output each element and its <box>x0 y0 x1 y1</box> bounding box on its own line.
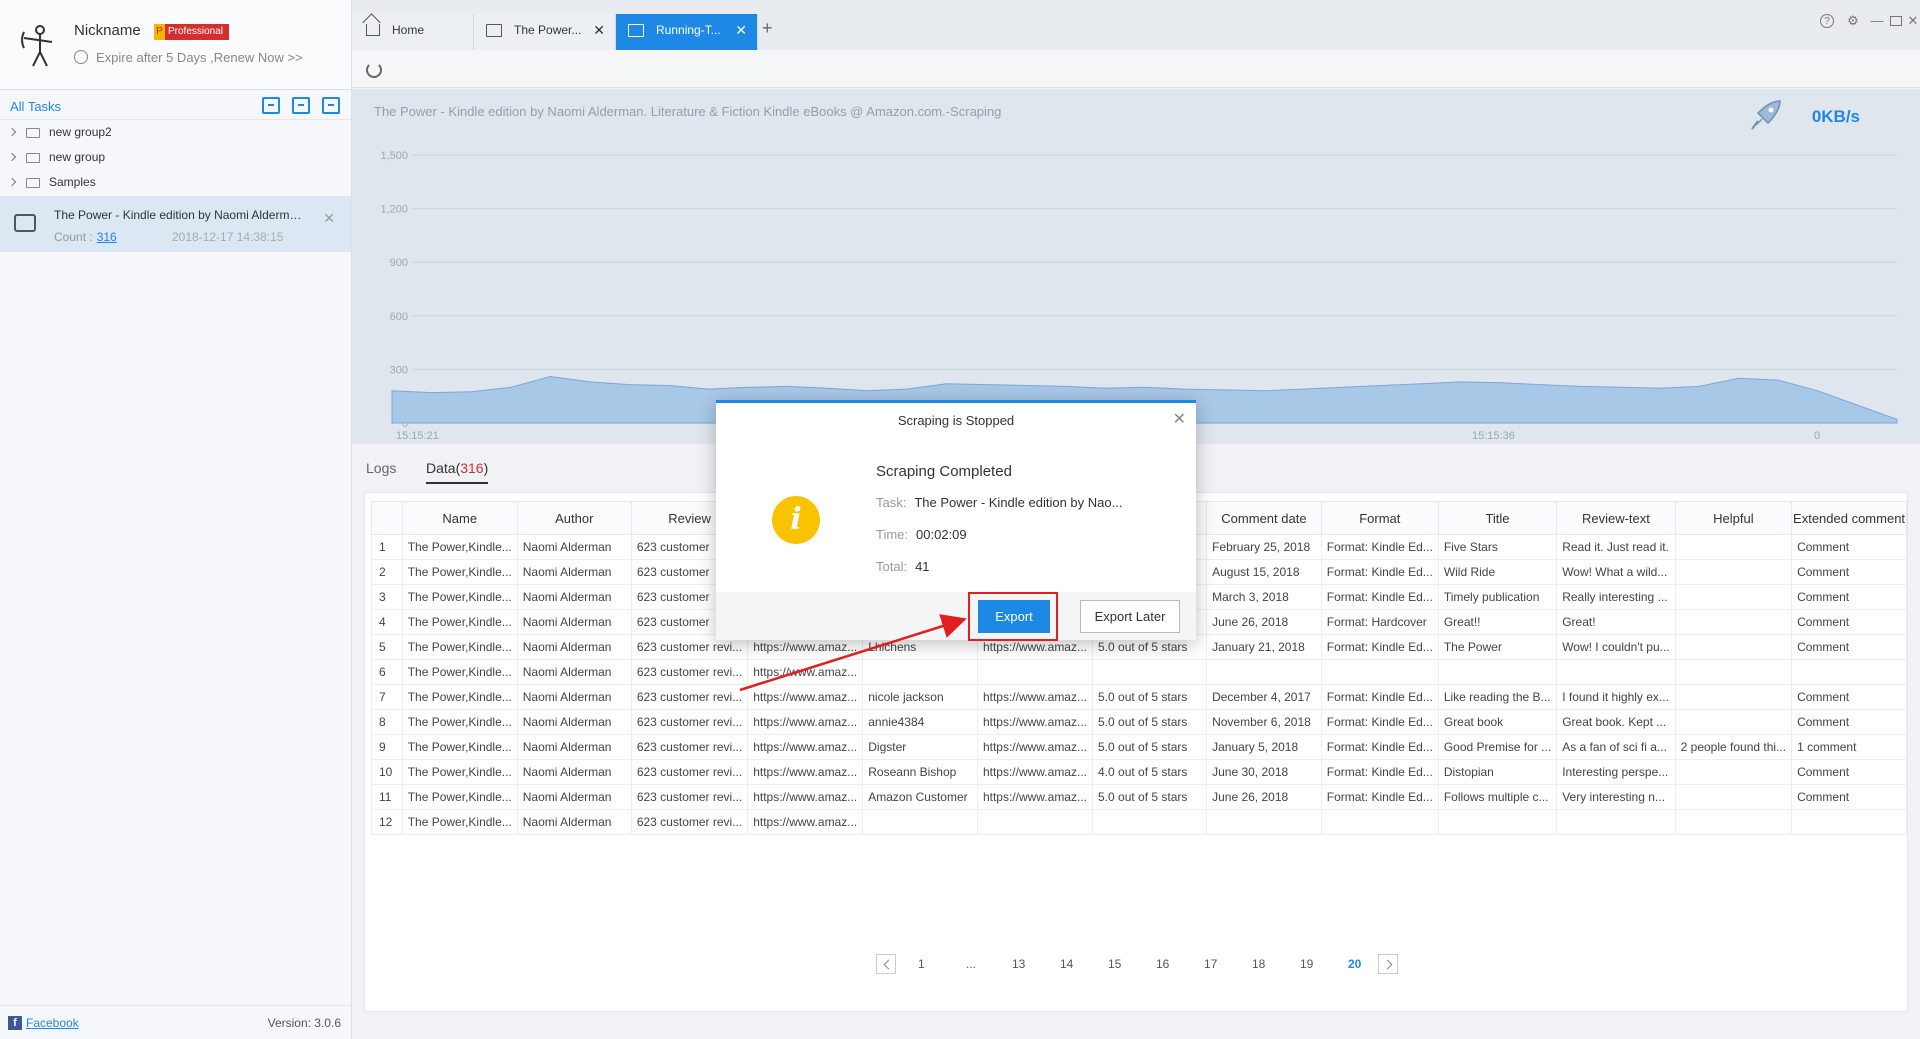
task-title: The Power - Kindle edition by Naomi Alde… <box>54 208 304 222</box>
dialog-footer: Export Export Later <box>716 592 1196 641</box>
sidebar: Nickname Professional Expire after 5 Day… <box>0 0 352 1039</box>
task-count-value[interactable]: 316 <box>97 230 117 244</box>
total-field: Total: 41 <box>876 559 930 574</box>
total-field-label: Total: <box>876 559 908 574</box>
toolbar <box>352 50 1920 88</box>
total-field-value: 41 <box>915 559 930 574</box>
tasks-header: All Tasks <box>0 90 351 120</box>
tab-label: Home <box>392 23 425 37</box>
close-icon[interactable]: ✕ <box>735 14 747 46</box>
expire-notice[interactable]: Expire after 5 Days ,Renew Now >> <box>74 50 303 65</box>
chevron-right-icon[interactable] <box>7 152 17 162</box>
robot-icon <box>14 214 36 232</box>
task-field-value: The Power - Kindle edition by Nao... <box>914 495 1123 510</box>
folder-icon <box>26 178 40 188</box>
refresh-icon[interactable] <box>366 62 382 78</box>
group-item-new-group2[interactable]: new group2 <box>0 120 351 145</box>
gear-icon[interactable]: ⚙ <box>1846 14 1860 28</box>
task-card[interactable]: The Power - Kindle edition by Naomi Alde… <box>0 196 351 252</box>
tab-bar: Home The Power... ✕ Running-T... ✕ + ? ⚙… <box>352 0 1920 50</box>
window-icon <box>628 24 644 37</box>
version-label: Version: 3.0.6 <box>267 1016 341 1030</box>
add-tab-icon[interactable]: + <box>762 18 773 39</box>
folder-icon <box>26 128 40 138</box>
group-label: Samples <box>49 175 96 189</box>
avatar[interactable] <box>18 22 58 68</box>
close-icon[interactable]: ✕ <box>593 14 605 46</box>
task-field: Task: The Power - Kindle edition by Nao..… <box>876 495 1122 510</box>
tab-home[interactable]: Home <box>352 14 474 50</box>
scraping-stopped-dialog: Scraping is Stopped ✕ i Scraping Complet… <box>716 400 1196 641</box>
chevron-right-icon[interactable] <box>7 127 17 137</box>
profile-panel: Nickname Professional Expire after 5 Day… <box>0 0 351 90</box>
professional-badge: Professional <box>154 24 230 40</box>
export-button[interactable]: Export <box>978 600 1050 633</box>
time-field-value: 00:02:09 <box>916 527 967 542</box>
tab-running-task[interactable]: Running-T... ✕ <box>616 14 758 50</box>
import-task-icon[interactable] <box>262 97 280 114</box>
info-icon: i <box>772 496 820 544</box>
tab-the-power[interactable]: The Power... ✕ <box>474 14 616 50</box>
nickname: Nickname <box>74 22 141 39</box>
window-icon <box>486 24 502 37</box>
restore-icon[interactable] <box>1890 16 1902 26</box>
task-field-label: Task: <box>876 495 907 510</box>
all-tasks-label[interactable]: All Tasks <box>10 99 61 114</box>
task-date: 2018-12-17 14:38:15 <box>172 230 284 244</box>
export-highlight-box: Export <box>968 592 1058 641</box>
folder-icon <box>26 153 40 163</box>
task-count: Count : 316 <box>54 230 117 244</box>
tab-label: Running-T... <box>656 23 721 37</box>
time-field: Time: 00:02:09 <box>876 527 967 542</box>
chevron-right-icon[interactable] <box>7 177 17 187</box>
dialog-title: Scraping is Stopped <box>897 413 1015 428</box>
group-label: new group <box>49 150 106 164</box>
group-item-samples[interactable]: Samples <box>0 170 351 195</box>
time-field-label: Time: <box>876 527 909 542</box>
search-task-icon[interactable] <box>322 97 340 114</box>
tab-label: The Power... <box>514 23 582 37</box>
group-label: new group2 <box>49 125 112 139</box>
facebook-icon[interactable]: f <box>8 1016 22 1030</box>
close-icon[interactable]: ✕ <box>1173 409 1186 429</box>
alarm-clock-icon <box>74 50 88 64</box>
task-count-label: Count : <box>54 230 93 244</box>
dialog-heading: Scraping Completed <box>876 463 1012 480</box>
home-icon <box>366 24 380 36</box>
sidebar-footer: f Facebook Version: 3.0.6 <box>0 1005 351 1039</box>
facebook-link[interactable]: Facebook <box>26 1016 79 1030</box>
close-window-icon[interactable]: ✕ <box>1906 14 1920 28</box>
group-item-new-group[interactable]: new group <box>0 145 351 170</box>
close-icon[interactable]: ✕ <box>323 210 335 227</box>
export-later-button[interactable]: Export Later <box>1080 600 1180 633</box>
minimize-icon[interactable]: — <box>1870 14 1884 28</box>
help-icon[interactable]: ? <box>1820 14 1834 28</box>
new-task-icon[interactable] <box>292 97 310 114</box>
expire-text[interactable]: Expire after 5 Days ,Renew Now >> <box>96 50 303 65</box>
